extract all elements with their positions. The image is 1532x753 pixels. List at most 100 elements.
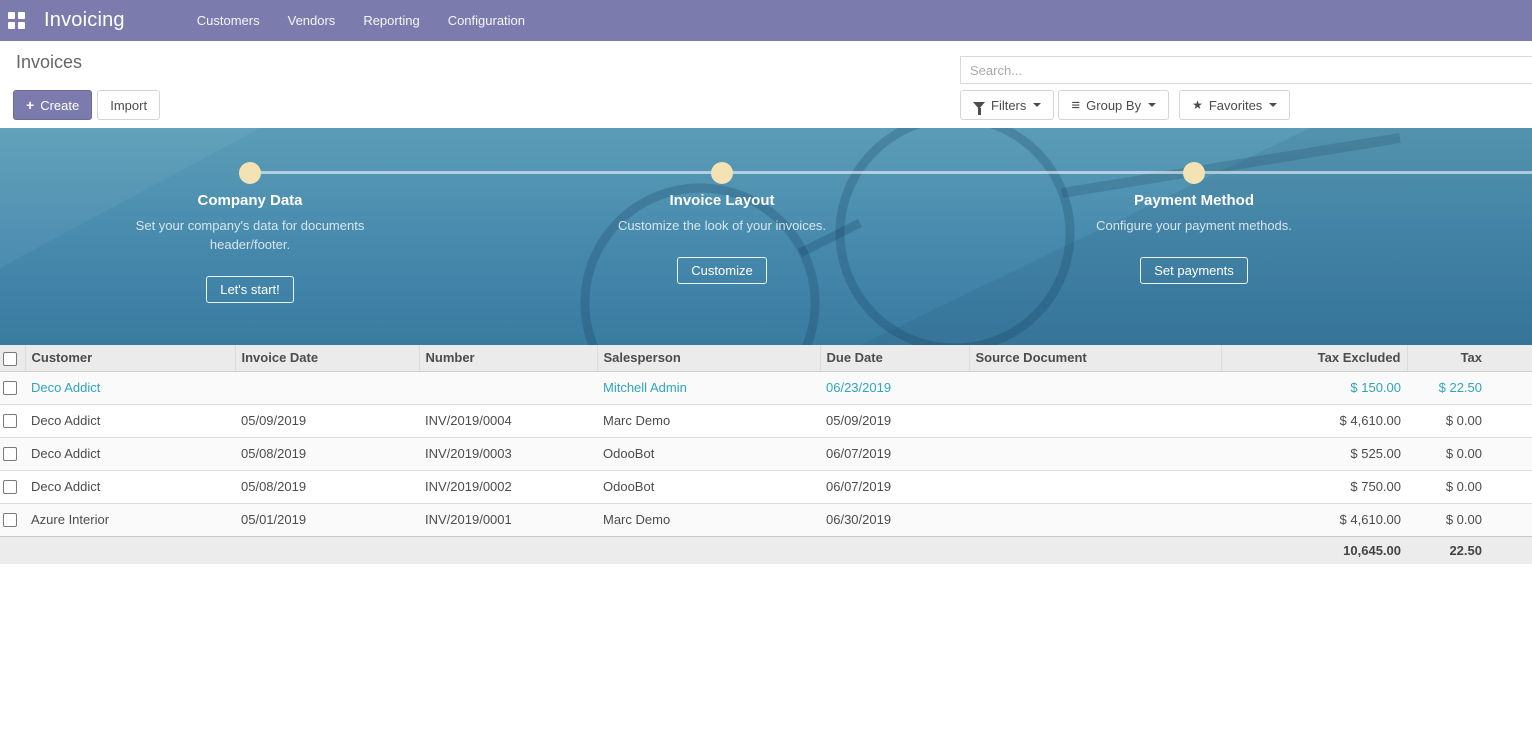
table-row[interactable]: Azure Interior 05/01/2019 INV/2019/0001 … [0,503,1532,536]
cell-salesperson[interactable]: Marc Demo [597,503,820,536]
lets-start-button[interactable]: Let's start! [206,276,294,303]
invoicing-app: Invoicing Customers Vendors Reporting Co… [0,0,1532,753]
search-box [960,56,1532,84]
cell-number: INV/2019/0003 [419,437,597,470]
row-checkbox[interactable] [3,414,17,428]
table-row[interactable]: Deco Addict 05/09/2019 INV/2019/0004 Mar… [0,404,1532,437]
cell-salesperson[interactable]: Marc Demo [597,404,820,437]
filters-button[interactable]: Filters [960,90,1054,120]
nav-menu: Customers Vendors Reporting Configuratio… [183,0,539,41]
cell-due-date: 06/23/2019 [820,371,969,404]
control-panel: Invoices + Create Import Filters ≡ Group… [0,41,1532,128]
onboarding-step-company-data: Company Data Set your company's data for… [100,190,400,303]
invoices-table: Customer Invoice Date Number Salesperson… [0,345,1532,564]
row-checkbox[interactable] [3,480,17,494]
group-by-button[interactable]: ≡ Group By [1058,90,1169,120]
cell-salesperson[interactable]: OdooBot [597,470,820,503]
chevron-down-icon [1148,103,1156,107]
column-header-customer[interactable]: Customer [25,345,235,371]
step-description: Customize the look of your invoices. [602,216,842,235]
nav-item-configuration[interactable]: Configuration [434,0,539,41]
cell-source-document [969,437,1221,470]
table-header-row: Customer Invoice Date Number Salesperson… [0,345,1532,371]
cell-invoice-date [235,371,419,404]
cell-tax-excluded: $ 150.00 [1221,371,1407,404]
onboarding-banner: Company Data Set your company's data for… [0,128,1532,345]
cell-number: INV/2019/0002 [419,470,597,503]
app-brand[interactable]: Invoicing [44,9,125,32]
cell-source-document [969,503,1221,536]
column-header-salesperson[interactable]: Salesperson [597,345,820,371]
select-all-checkbox[interactable] [3,352,17,366]
step-title: Invoice Layout [572,190,872,212]
onboarding-step-invoice-layout: Invoice Layout Customize the look of you… [572,190,872,284]
cell-salesperson[interactable]: OdooBot [597,437,820,470]
row-checkbox[interactable] [3,447,17,461]
cell-tax-excluded: $ 525.00 [1221,437,1407,470]
set-payments-button[interactable]: Set payments [1140,257,1248,284]
cell-source-document [969,371,1221,404]
search-input[interactable] [961,57,1532,83]
facet-buttons: Filters ≡ Group By ★ Favorites [960,90,1294,120]
apps-menu-icon[interactable] [8,12,25,29]
favorites-button[interactable]: ★ Favorites [1179,90,1290,120]
cell-customer[interactable]: Deco Addict [25,371,235,404]
cell-customer[interactable]: Deco Addict [25,404,235,437]
customize-button[interactable]: Customize [677,257,766,284]
cell-salesperson[interactable]: Mitchell Admin [597,371,820,404]
table-row[interactable]: Deco Addict 05/08/2019 INV/2019/0002 Odo… [0,470,1532,503]
cell-due-date: 05/09/2019 [820,404,969,437]
total-tax: 22.50 [1407,536,1532,564]
cell-invoice-date: 05/01/2019 [235,503,419,536]
cell-invoice-date: 05/08/2019 [235,437,419,470]
onboarding-progress-line [250,171,1532,174]
nav-item-reporting[interactable]: Reporting [349,0,433,41]
cell-customer[interactable]: Azure Interior [25,503,235,536]
column-header-tax[interactable]: Tax [1407,345,1532,371]
import-button[interactable]: Import [97,90,160,120]
cell-tax: $ 0.00 [1407,470,1532,503]
step-title: Payment Method [1044,190,1344,212]
onboarding-step-dot-3 [1183,162,1205,184]
nav-item-customers[interactable]: Customers [183,0,274,41]
row-checkbox[interactable] [3,513,17,527]
step-description: Configure your payment methods. [1074,216,1314,235]
table-row[interactable]: Deco Addict Mitchell Admin 06/23/2019 $ … [0,371,1532,404]
onboarding-step-payment-method: Payment Method Configure your payment me… [1044,190,1344,284]
totals-spacer [0,536,1221,564]
cell-due-date: 06/30/2019 [820,503,969,536]
create-button[interactable]: + Create [13,90,92,120]
cell-customer[interactable]: Deco Addict [25,437,235,470]
cell-number: INV/2019/0001 [419,503,597,536]
cell-customer[interactable]: Deco Addict [25,470,235,503]
star-icon: ★ [1192,98,1203,112]
onboarding-step-dot-2 [711,162,733,184]
total-tax-excluded: 10,645.00 [1221,536,1407,564]
row-checkbox[interactable] [3,381,17,395]
group-by-icon: ≡ [1071,97,1080,114]
action-buttons: + Create Import [13,90,160,120]
column-header-number[interactable]: Number [419,345,597,371]
cell-source-document [969,470,1221,503]
step-title: Company Data [100,190,400,212]
onboarding-step-dot-1 [239,162,261,184]
nav-item-vendors[interactable]: Vendors [274,0,350,41]
cell-invoice-date: 05/08/2019 [235,470,419,503]
filter-funnel-icon [973,102,985,109]
cell-tax-excluded: $ 750.00 [1221,470,1407,503]
column-header-due-date[interactable]: Due Date [820,345,969,371]
column-header-tax-excluded[interactable]: Tax Excluded [1221,345,1407,371]
cell-invoice-date: 05/09/2019 [235,404,419,437]
column-header-source-document[interactable]: Source Document [969,345,1221,371]
cell-source-document [969,404,1221,437]
cell-tax-excluded: $ 4,610.00 [1221,503,1407,536]
page-title: Invoices [16,52,82,73]
plus-icon: + [26,97,34,113]
cell-tax: $ 22.50 [1407,371,1532,404]
step-description: Set your company's data for documents he… [130,216,370,254]
cell-tax: $ 0.00 [1407,437,1532,470]
column-header-invoice-date[interactable]: Invoice Date [235,345,419,371]
cell-tax: $ 0.00 [1407,503,1532,536]
table-row[interactable]: Deco Addict 05/08/2019 INV/2019/0003 Odo… [0,437,1532,470]
cell-tax-excluded: $ 4,610.00 [1221,404,1407,437]
